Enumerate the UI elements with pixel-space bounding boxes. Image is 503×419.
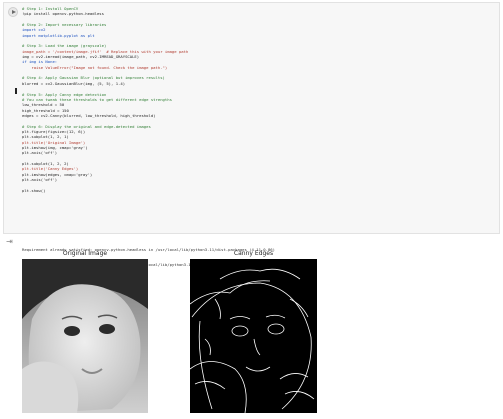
- original-image: [22, 259, 148, 413]
- run-cell-button[interactable]: [8, 7, 18, 17]
- output-toggle-icon[interactable]: ⇥: [4, 236, 15, 247]
- original-image-graphic: [22, 259, 148, 413]
- subplot-title-canny: Canny Edges: [233, 250, 274, 257]
- text-cursor: [15, 88, 17, 94]
- canny-edges-graphic: [190, 268, 315, 413]
- code-line: plt.show(): [22, 187, 46, 193]
- canny-edges-image: [190, 259, 317, 413]
- code-cell[interactable]: # Step 1: Install OpenCV !pip install ope…: [3, 2, 500, 234]
- subplot-title-original: Original Image: [62, 250, 108, 257]
- code-editor[interactable]: # Step 1: Install OpenCV !pip install ope…: [22, 6, 492, 193]
